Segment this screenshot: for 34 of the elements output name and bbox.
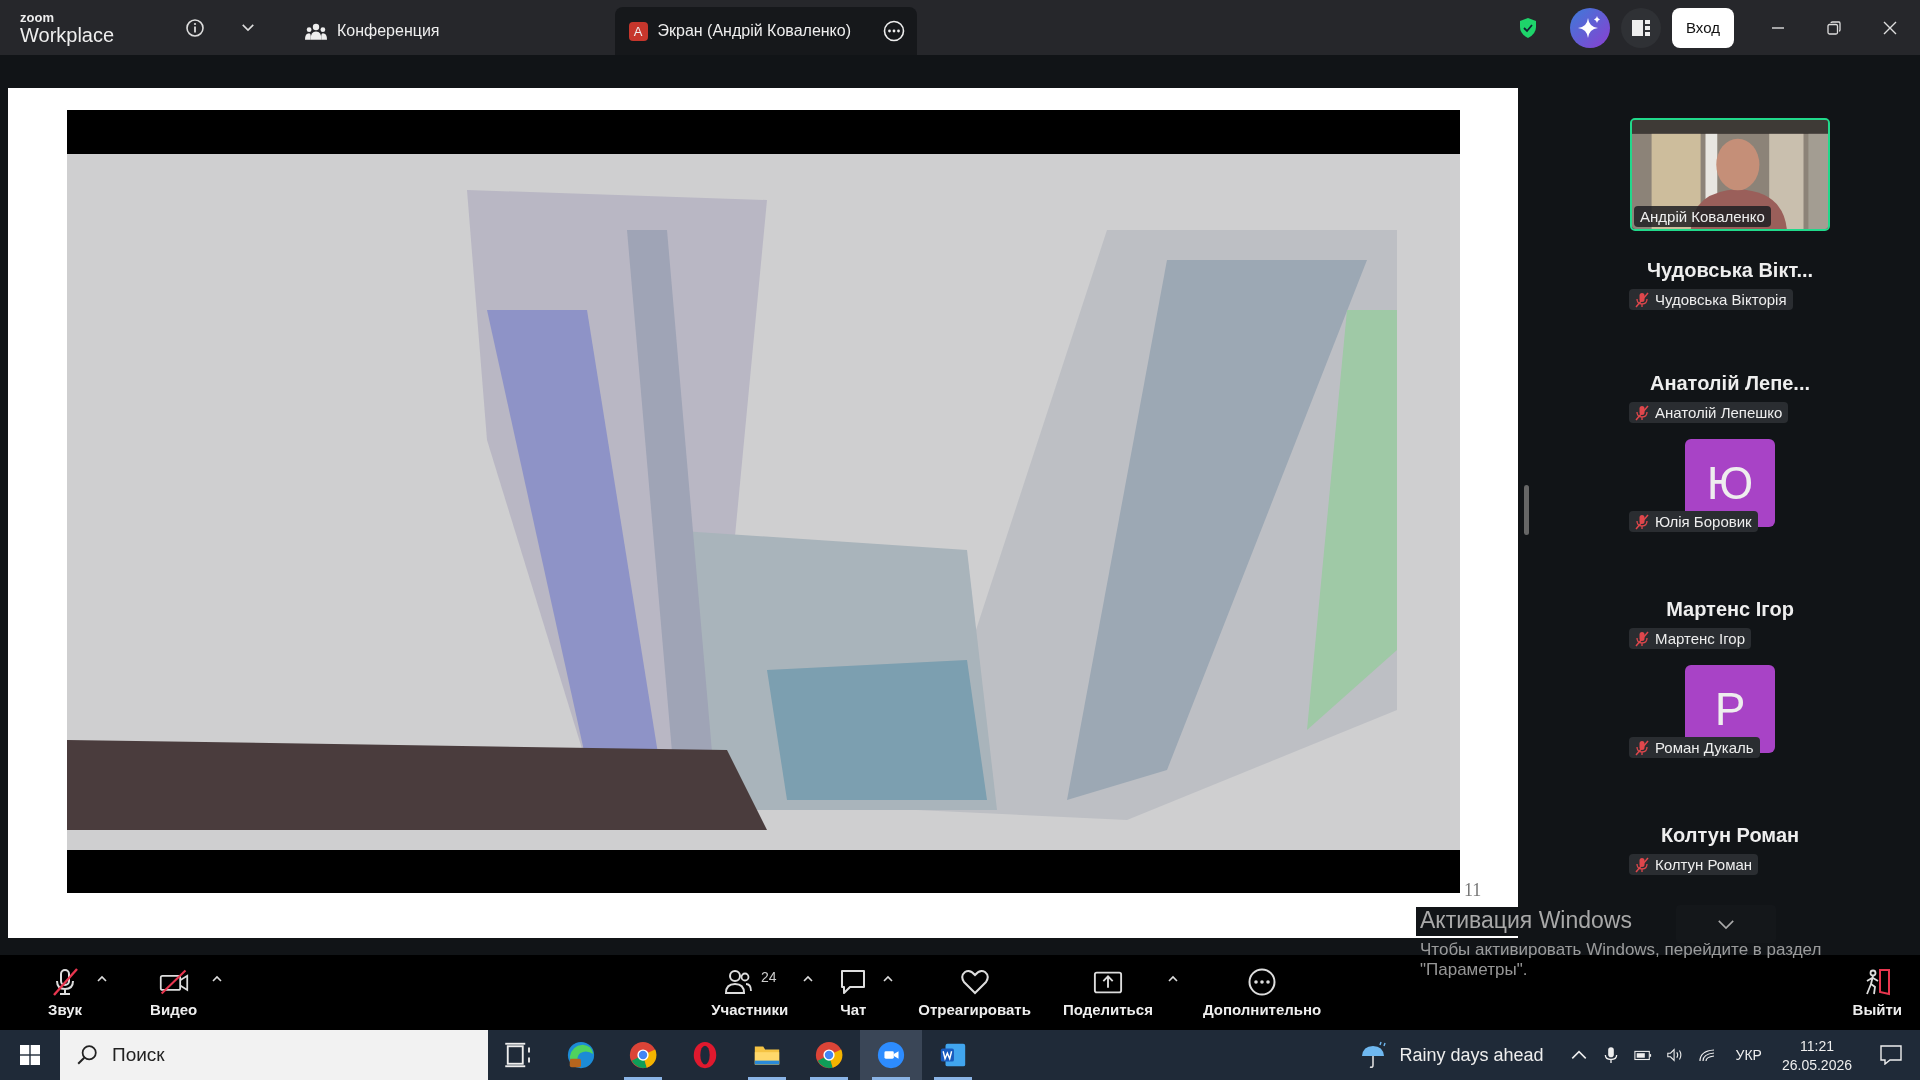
activation-text: "Параметры".: [1420, 960, 1529, 980]
toolbar-button[interactable]: Видео: [142, 963, 206, 1022]
meeting-tab[interactable]: Конференция: [285, 7, 460, 55]
participant-name: Юлія Боровик: [1655, 513, 1752, 530]
toolbar-button[interactable]: Чат: [830, 963, 877, 1022]
logo-small-text: zoom: [20, 10, 55, 24]
participant-title: Колтун Роман: [1660, 824, 1800, 848]
app-name: Workplace: [20, 24, 116, 45]
participant-name: Мартенс Ігор: [1655, 630, 1745, 647]
toolbar-button[interactable]: Дополнительно: [1194, 963, 1330, 1022]
toolbar-button[interactable]: Звук: [40, 963, 91, 1022]
activation-text: Чтобы активировать Windows, перейдите в раздел: [1420, 940, 1822, 960]
search-field[interactable]: Поиск: [60, 1030, 488, 1080]
participant-title: Чудовська Вікт...: [1646, 259, 1814, 283]
participant-name: Анатолій Лепешко: [1655, 404, 1783, 421]
participant-name: Колтун Роман: [1655, 856, 1753, 873]
participant-name: Чудовська Вікторія: [1655, 291, 1787, 308]
video-tile[interactable]: Андрій Коваленко: [1630, 118, 1830, 231]
participant-title: Мартенс Ігор: [1666, 598, 1794, 622]
sign-in-button[interactable]: Вход: [1672, 7, 1734, 48]
meeting-tab[interactable]: A Экран (Андрій Коваленко): [614, 7, 917, 55]
toolbar-button[interactable]: 24 Участники: [703, 963, 797, 1022]
participant-name: Андрій Коваленко: [1634, 206, 1771, 227]
language-indicator[interactable]: УКР: [1735, 1047, 1762, 1063]
tab-label: Экран (Андрій Коваленко): [657, 22, 851, 40]
slide-number: 11: [1464, 880, 1482, 901]
toolbar-button[interactable]: Поделиться: [1054, 963, 1161, 1022]
participant-title: Анатолій Лепе...: [1649, 372, 1810, 396]
tab-label: Конференция: [337, 22, 440, 40]
avatar-letter: A: [628, 21, 648, 41]
weather-text[interactable]: Rainy days ahead: [1399, 1044, 1544, 1066]
toolbar-button[interactable]: Отреагировать: [910, 963, 1039, 1022]
leave-button[interactable]: Выйти: [1844, 963, 1910, 1022]
clock[interactable]: 11:21 26.05.2026: [1781, 1037, 1852, 1073]
